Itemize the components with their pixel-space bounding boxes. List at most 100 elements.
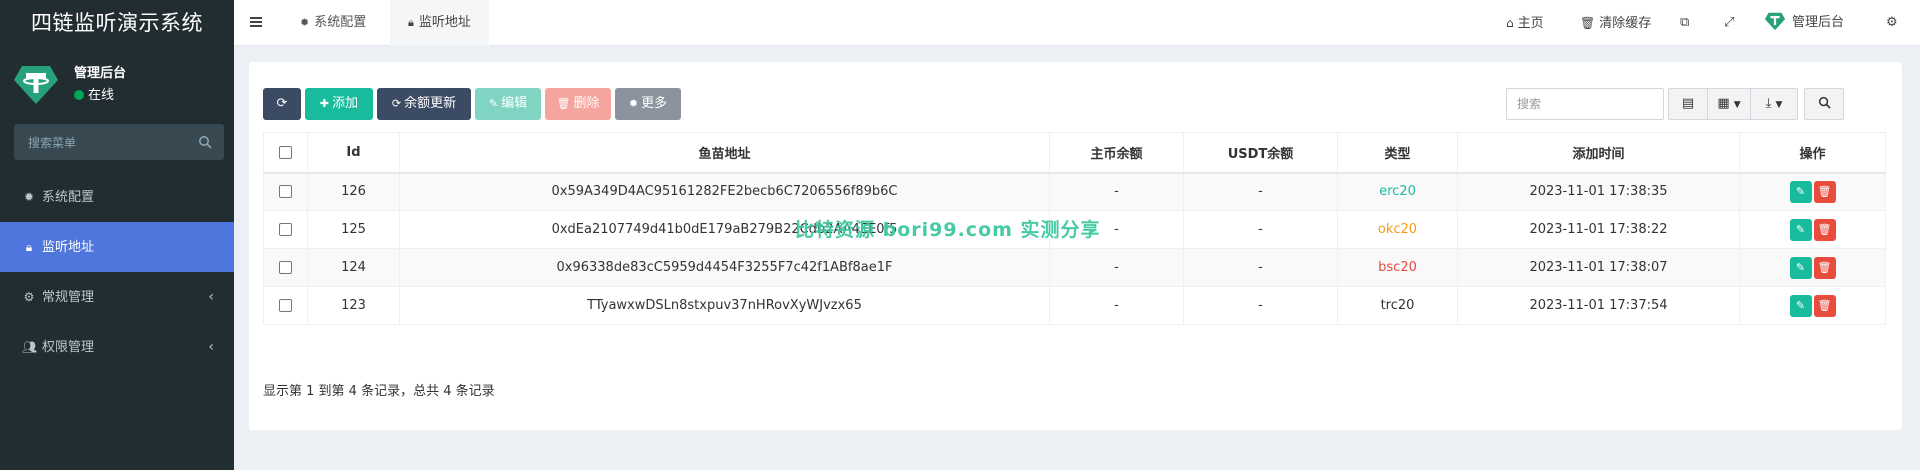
chevron-left-icon: ‹ bbox=[208, 339, 214, 355]
row-checkbox[interactable] bbox=[279, 185, 292, 199]
sidebar-item-label: 权限管理 bbox=[42, 340, 95, 355]
lock-icon: 🔒︎ bbox=[25, 240, 33, 254]
refresh-icon: ⟳ bbox=[276, 96, 288, 111]
row-select-cell bbox=[263, 172, 308, 211]
row-delete-button[interactable]: 🗑︎ bbox=[1813, 218, 1836, 241]
plus-icon: ✚ bbox=[319, 97, 330, 110]
sidebar-item-label: 常规管理 bbox=[42, 290, 95, 305]
col-main-balance[interactable]: 主币余额 bbox=[1049, 132, 1184, 174]
export-button[interactable]: ⤓ ▼ bbox=[1750, 88, 1798, 120]
tab-label: 监听地址 bbox=[418, 15, 471, 30]
export-icon: ⤓ bbox=[1765, 96, 1772, 111]
cell-type: okc20 bbox=[1337, 210, 1458, 249]
sidebar-item-permission-management[interactable]: 👥︎ 权限管理 ‹ bbox=[0, 322, 234, 372]
col-id[interactable]: Id bbox=[307, 132, 400, 174]
fullscreen-button[interactable]: ⤢ bbox=[1724, 0, 1734, 46]
select-all-checkbox[interactable] bbox=[279, 145, 292, 159]
trash-icon: 🗑︎ bbox=[556, 97, 571, 110]
translate-button[interactable]: ⧉ bbox=[1680, 0, 1689, 46]
search-icon[interactable] bbox=[198, 135, 212, 149]
delete-button[interactable]: 🗑︎ 删除 bbox=[545, 88, 611, 120]
pencil-icon: ✎ bbox=[1795, 184, 1806, 198]
sidebar-item-system-config[interactable]: ✹ 系统配置 bbox=[0, 172, 234, 222]
edit-button[interactable]: ✎ 编辑 bbox=[475, 88, 541, 120]
list-icon: ▤ bbox=[1681, 96, 1695, 111]
table-search-input[interactable]: 搜索 bbox=[1506, 88, 1664, 120]
cell-actions: ✎ 🗑︎ bbox=[1739, 248, 1886, 287]
trash-icon: 🗑︎ bbox=[1817, 184, 1832, 198]
admin-menu[interactable]: 管理后台 bbox=[1764, 0, 1844, 46]
cell-main-balance: - bbox=[1049, 172, 1184, 211]
pencil-icon: ✎ bbox=[1795, 222, 1806, 236]
caret-down-icon: ▼ bbox=[1775, 100, 1783, 110]
row-delete-button[interactable]: 🗑︎ bbox=[1813, 180, 1836, 203]
col-type[interactable]: 类型 bbox=[1337, 132, 1458, 174]
col-address[interactable]: 鱼苗地址 bbox=[399, 132, 1050, 174]
lock-icon: 🔒︎ bbox=[408, 16, 414, 29]
menu-toggle-icon[interactable] bbox=[248, 14, 264, 30]
row-edit-button[interactable]: ✎ bbox=[1789, 256, 1812, 279]
user-name: 管理后台 bbox=[74, 66, 127, 81]
pagination-summary: 显示第 1 到第 4 条记录，总共 4 条记录 bbox=[263, 384, 495, 399]
search-icon bbox=[1818, 96, 1831, 109]
table-search-placeholder: 搜索 bbox=[1517, 97, 1542, 111]
row-edit-button[interactable]: ✎ bbox=[1789, 218, 1812, 241]
toggle-view-button[interactable]: ▤ bbox=[1668, 88, 1708, 120]
sidebar-item-label: 监听地址 bbox=[42, 240, 95, 255]
sidebar-search-input[interactable]: 搜索菜单 bbox=[14, 124, 224, 160]
sidebar-item-general-management[interactable]: ⚙ 常规管理 ‹ bbox=[0, 272, 234, 322]
row-checkbox[interactable] bbox=[279, 299, 292, 312]
row-select-cell bbox=[263, 210, 308, 249]
search-button[interactable] bbox=[1804, 88, 1844, 120]
home-icon: ⌂ bbox=[1506, 16, 1514, 30]
user-status-label: 在线 bbox=[88, 88, 115, 103]
row-delete-button[interactable]: 🗑︎ bbox=[1813, 294, 1836, 317]
sidebar-menu: ✹ 系统配置 🔒︎ 监听地址 ⚙ 常规管理 ‹ 👥︎ 权限管理 ‹ bbox=[0, 172, 234, 372]
clear-cache-label: 清除缓存 bbox=[1599, 16, 1652, 31]
row-select-cell bbox=[263, 248, 308, 287]
trash-icon: 🗑︎ bbox=[1817, 260, 1832, 274]
tab-monitor-address[interactable]: 🔒︎ 监听地址 bbox=[390, 0, 489, 46]
fullscreen-icon: ⤢ bbox=[1724, 15, 1735, 30]
update-balance-button[interactable]: ⟳ 余额更新 bbox=[377, 88, 471, 120]
user-panel: 管理后台 在线 bbox=[0, 48, 234, 116]
more-button[interactable]: ✹ 更多 bbox=[615, 88, 681, 120]
settings-button[interactable]: ⚙ bbox=[1886, 0, 1898, 46]
row-checkbox[interactable] bbox=[279, 223, 292, 236]
cell-usdt-balance: - bbox=[1183, 172, 1338, 211]
caret-down-icon: ▼ bbox=[1733, 100, 1741, 110]
cell-id: 124 bbox=[307, 248, 400, 287]
chevron-left-icon: ‹ bbox=[208, 289, 214, 305]
app-title: 四链监听演示系统 bbox=[0, 0, 234, 48]
cell-main-balance: - bbox=[1049, 248, 1184, 287]
sidebar-search-placeholder: 搜索菜单 bbox=[28, 136, 77, 150]
tab-system-config[interactable]: ✹ 系统配置 bbox=[282, 0, 384, 46]
refresh-button[interactable]: ⟳ bbox=[263, 88, 301, 120]
tether-logo-icon bbox=[1764, 12, 1786, 31]
refresh-icon: ⟳ bbox=[391, 97, 402, 110]
add-button[interactable]: ✚ 添加 bbox=[305, 88, 373, 120]
cell-actions: ✎ 🗑︎ bbox=[1739, 172, 1886, 211]
edit-label: 编辑 bbox=[501, 96, 528, 111]
more-label: 更多 bbox=[641, 96, 668, 111]
update-balance-label: 余额更新 bbox=[404, 96, 457, 111]
col-added-time[interactable]: 添加时间 bbox=[1457, 132, 1740, 174]
columns-button[interactable]: ▦ ▼ bbox=[1707, 88, 1751, 120]
cell-added-time: 2023-11-01 17:38:35 bbox=[1457, 172, 1740, 211]
select-all-cell bbox=[263, 132, 308, 174]
translate-icon: ⧉ bbox=[1680, 15, 1690, 30]
cell-added-time: 2023-11-01 17:38:07 bbox=[1457, 248, 1740, 287]
gear-icon: ✹ bbox=[628, 97, 639, 110]
row-edit-button[interactable]: ✎ bbox=[1789, 180, 1812, 203]
row-delete-button[interactable]: 🗑︎ bbox=[1813, 256, 1836, 279]
trash-icon: 🗑︎ bbox=[1817, 222, 1832, 236]
cell-address: 0x59A349D4AC95161282FE2becb6C7206556f89b… bbox=[399, 172, 1050, 211]
pencil-icon: ✎ bbox=[1795, 260, 1806, 274]
cell-id: 126 bbox=[307, 172, 400, 211]
sidebar-item-monitor-address[interactable]: 🔒︎ 监听地址 bbox=[0, 222, 234, 272]
row-edit-button[interactable]: ✎ bbox=[1789, 294, 1812, 317]
clear-cache-link[interactable]: 🗑︎ 清除缓存 bbox=[1580, 0, 1651, 46]
col-usdt-balance[interactable]: USDT余额 bbox=[1183, 132, 1338, 174]
home-link[interactable]: ⌂ 主页 bbox=[1506, 0, 1544, 46]
row-checkbox[interactable] bbox=[279, 261, 292, 274]
